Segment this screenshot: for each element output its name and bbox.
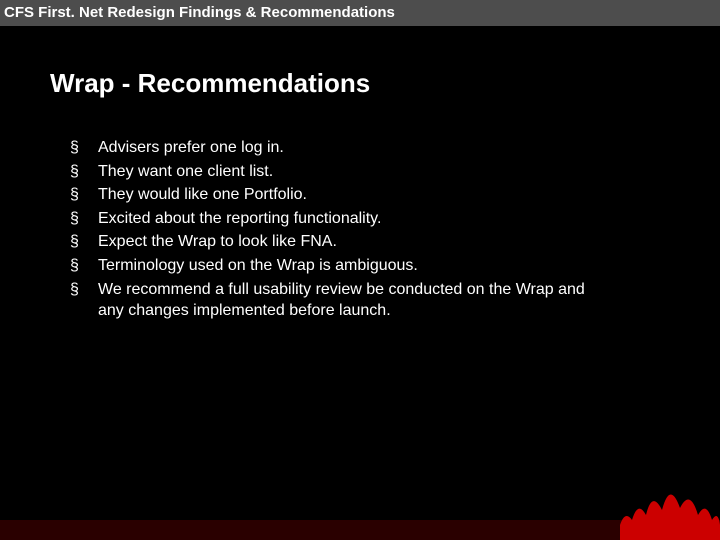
list-item: Expect the Wrap to look like FNA. — [70, 231, 610, 253]
brand-logo — [610, 470, 720, 540]
bullet-list: Advisers prefer one log in. They want on… — [70, 137, 610, 322]
list-item: We recommend a full usability review be … — [70, 279, 610, 322]
slide-title: Wrap - Recommendations — [50, 68, 720, 99]
header-title: CFS First. Net Redesign Findings & Recom… — [4, 4, 395, 21]
list-item: They want one client list. — [70, 161, 610, 183]
list-item: Advisers prefer one log in. — [70, 137, 610, 159]
list-item: They would like one Portfolio. — [70, 184, 610, 206]
header-bar: CFS First. Net Redesign Findings & Recom… — [0, 0, 720, 26]
list-item: Terminology used on the Wrap is ambiguou… — [70, 255, 610, 277]
flame-icon — [610, 470, 720, 540]
list-item: Excited about the reporting functionalit… — [70, 208, 610, 230]
